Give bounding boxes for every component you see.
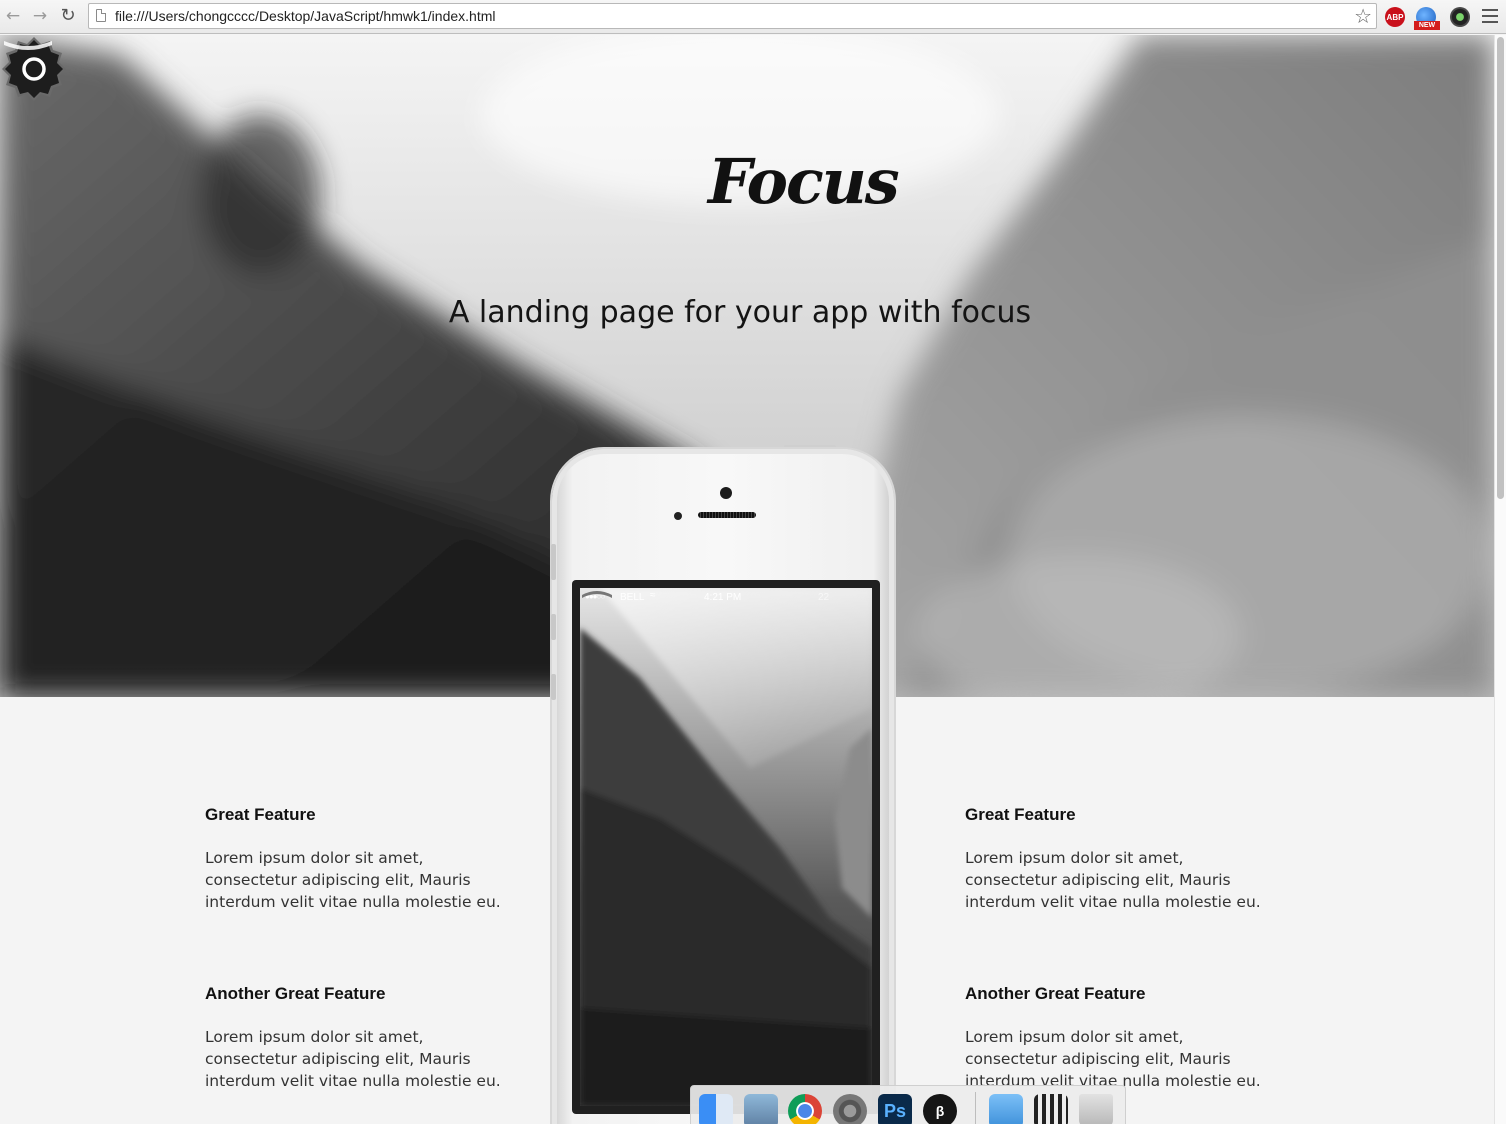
feature-description: Lorem ipsum dolor sit amet, consectetur …: [965, 849, 1261, 911]
feature-description: Lorem ipsum dolor sit amet, consectetur …: [205, 1028, 501, 1090]
feature-title: Another Great Feature: [205, 984, 386, 1003]
hero-tagline: A landing page for your app with focus: [448, 295, 1032, 331]
browser-toolbar: ← → ↻ file:///Users/chongcccc/Desktop/Ja…: [0, 0, 1506, 34]
adblock-plus-icon[interactable]: ABP: [1385, 7, 1405, 27]
preview-icon[interactable]: [744, 1094, 778, 1124]
url-text[interactable]: file:///Users/chongcccc/Desktop/JavaScri…: [115, 8, 495, 24]
photoshop-icon[interactable]: Ps: [878, 1094, 912, 1124]
macos-dock: Ps β: [690, 1085, 1126, 1124]
phone-screen: ●●●○○ BELL ≈ 4:21 PM 22: [580, 588, 872, 1106]
new-badge: NEW: [1414, 21, 1440, 30]
folder-icon[interactable]: [989, 1094, 1023, 1124]
trash-icon[interactable]: [1079, 1094, 1113, 1124]
documents-stack-icon[interactable]: [1034, 1094, 1068, 1124]
bookmark-star-icon[interactable]: ☆: [1354, 4, 1372, 28]
terminal-icon[interactable]: β: [923, 1094, 957, 1124]
address-bar[interactable]: file:///Users/chongcccc/Desktop/JavaScri…: [88, 3, 1377, 29]
dock-separator: [975, 1092, 976, 1124]
wifi-icon: ≈: [650, 590, 656, 601]
vertical-scrollbar[interactable]: [1494, 35, 1506, 1124]
phone-mute-switch: [551, 544, 556, 580]
feature-title: Great Feature: [205, 805, 316, 824]
feature-left-2: Another Great Feature Lorem ipsum dolor …: [205, 984, 515, 1092]
feature-description: Lorem ipsum dolor sit amet, consectetur …: [965, 1028, 1261, 1090]
feature-description: Lorem ipsum dolor sit amet, consectetur …: [205, 849, 501, 911]
forward-arrow-icon[interactable]: →: [30, 6, 50, 26]
camera-extension-icon[interactable]: [1450, 7, 1470, 27]
feature-title: Great Feature: [965, 805, 1076, 824]
feature-title: Another Great Feature: [965, 984, 1146, 1003]
page-viewport: Focus A landing page for your app with f…: [0, 35, 1494, 1124]
back-arrow-icon[interactable]: ←: [3, 6, 23, 26]
phone-wallpaper-image: [580, 588, 872, 1106]
scrollbar-thumb[interactable]: [1497, 37, 1504, 499]
phone-mockup: ●●●○○ BELL ≈ 4:21 PM 22: [548, 445, 898, 1124]
feature-right-2: Another Great Feature Lorem ipsum dolor …: [965, 984, 1275, 1092]
finder-icon[interactable]: [699, 1094, 733, 1124]
carrier-name: BELL: [620, 592, 645, 603]
chevron-down-icon[interactable]: [0, 35, 56, 55]
chevron-down-icon: [582, 591, 612, 598]
feature-left-1: Great Feature Lorem ipsum dolor sit amet…: [205, 805, 515, 913]
reload-icon[interactable]: ↻: [58, 6, 78, 26]
phone-volume-up: [551, 614, 556, 640]
brand-name: Focus: [708, 145, 900, 218]
proximity-sensor: [674, 512, 682, 520]
system-preferences-icon[interactable]: [833, 1094, 867, 1124]
phone-volume-down: [551, 674, 556, 700]
status-time: 4:21 PM: [704, 592, 742, 603]
page-icon: [96, 9, 106, 22]
battery-level: 22: [818, 592, 830, 603]
phone-body: ●●●○○ BELL ≈ 4:21 PM 22: [551, 449, 894, 1124]
chrome-icon[interactable]: [788, 1094, 822, 1124]
phone-status-bar: ●●●○○ BELL ≈ 4:21 PM 22: [580, 588, 872, 608]
chrome-menu-icon[interactable]: [1482, 7, 1498, 25]
phone-screen-frame: ●●●○○ BELL ≈ 4:21 PM 22: [572, 580, 880, 1114]
earpiece-speaker: [698, 512, 756, 518]
front-camera-icon: [720, 487, 732, 499]
feature-right-1: Great Feature Lorem ipsum dolor sit amet…: [965, 805, 1275, 913]
